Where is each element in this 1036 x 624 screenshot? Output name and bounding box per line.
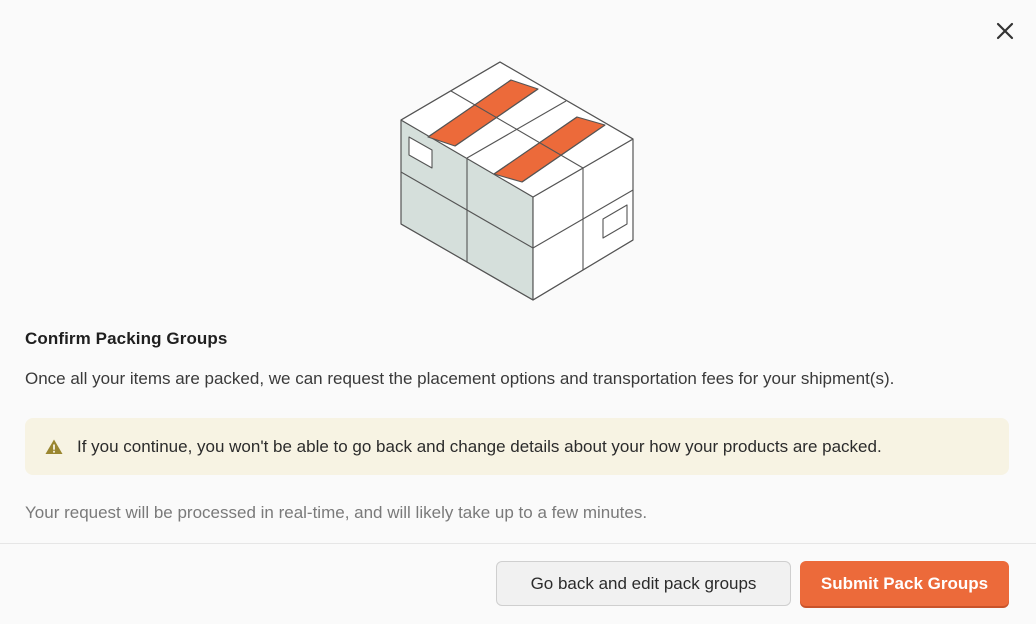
dialog-title: Confirm Packing Groups (25, 329, 228, 348)
warning-banner: If you continue, you won't be able to go… (25, 418, 1009, 475)
confirm-packing-dialog: Confirm Packing Groups Once all your ite… (0, 0, 1036, 624)
footer-divider (0, 543, 1036, 544)
processing-note: Your request will be processed in real-t… (25, 503, 648, 522)
warning-text: If you continue, you won't be able to go… (77, 436, 882, 456)
warning-triangle-icon (44, 437, 64, 457)
close-icon (996, 22, 1014, 40)
submit-pack-groups-button[interactable]: Submit Pack Groups (800, 561, 1009, 606)
packed-boxes-illustration (400, 61, 634, 301)
dialog-description: Once all your items are packed, we can r… (25, 369, 895, 388)
go-back-edit-button[interactable]: Go back and edit pack groups (496, 561, 791, 606)
close-button[interactable] (990, 16, 1020, 46)
